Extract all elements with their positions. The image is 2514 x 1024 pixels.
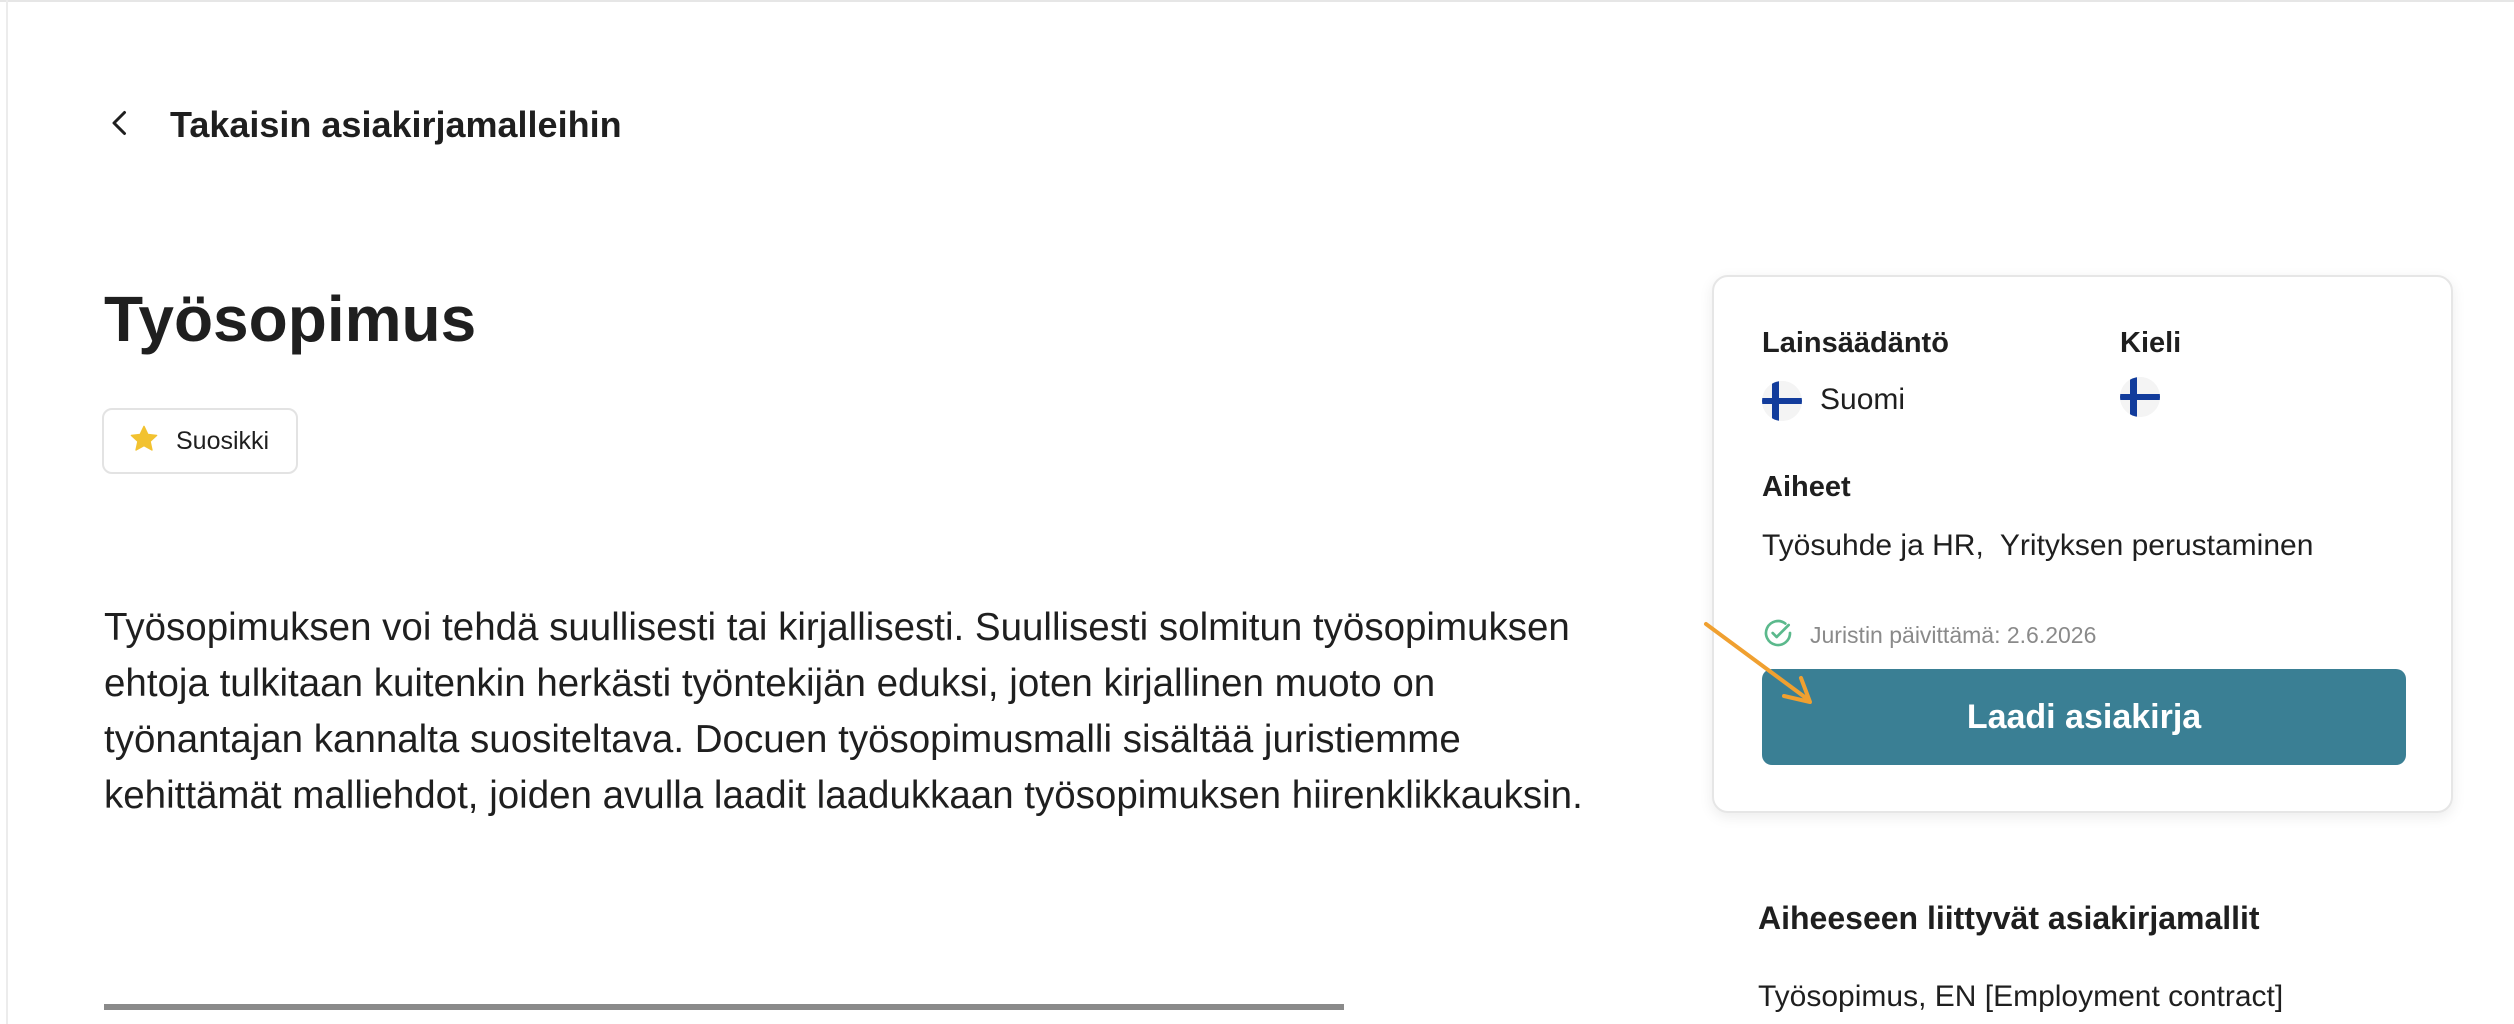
annotation-arrow-icon	[1704, 622, 1812, 704]
favorite-label: Suosikki	[176, 426, 270, 455]
back-link[interactable]: Takaisin asiakirjamalleihin	[102, 104, 622, 146]
favorite-button[interactable]: Suosikki	[102, 408, 298, 474]
document-info-card: Lainsäädäntö Suomi Kieli Aiheet Työsuhde…	[1712, 275, 2453, 813]
description-text: Työsopimuksen voi tehdä suullisesti tai …	[104, 606, 1583, 817]
language-label: Kieli	[2120, 327, 2182, 359]
create-document-button[interactable]: Laadi asiakirja	[1762, 669, 2406, 765]
updated-text: Juristin päivittämä: 2.6.2026	[1810, 622, 2097, 648]
page-title: Työsopimus	[104, 283, 477, 355]
top-border	[0, 0, 2514, 2]
related-templates-title: Aiheeseen liittyvät asiakirjamallit	[1758, 900, 2260, 936]
topics-value: Työsuhde ja HR, Yrityksen perustaminen	[1762, 529, 2314, 562]
chevron-left-icon	[102, 105, 138, 146]
finland-flag-icon	[2120, 377, 2160, 417]
left-border	[6, 0, 8, 1024]
topics-label: Aiheet	[1762, 471, 1851, 503]
back-link-label: Takaisin asiakirjamalleihin	[170, 104, 622, 145]
finland-flag-icon	[1762, 381, 1802, 421]
legislation-label: Lainsäädäntö	[1762, 327, 1949, 359]
clipped-paragraph	[104, 998, 1604, 1024]
related-template-link[interactable]: Työsopimus, EN [Employment contract]	[1758, 980, 2283, 1014]
legislation-value: Suomi	[1820, 383, 1906, 416]
star-icon	[128, 423, 160, 460]
